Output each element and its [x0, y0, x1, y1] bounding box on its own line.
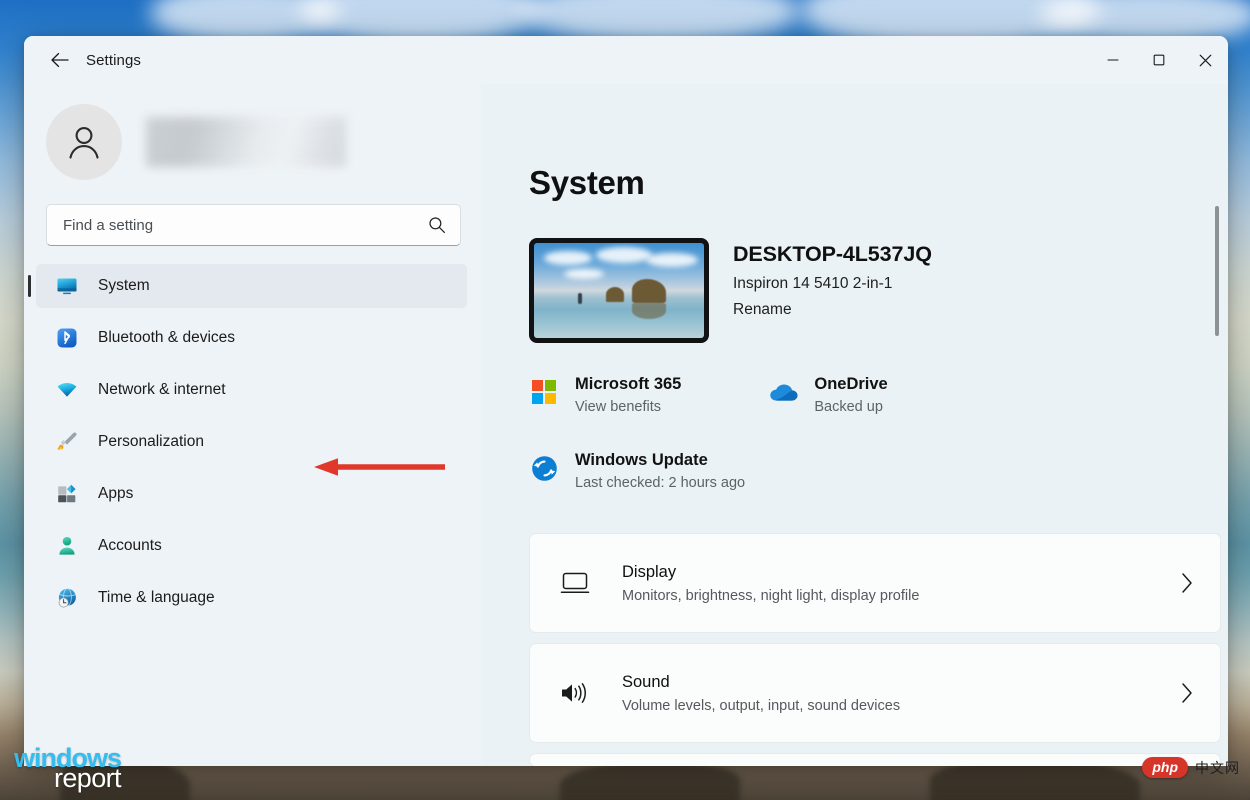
paintbrush-icon	[54, 429, 80, 455]
quick-status-title: OneDrive	[814, 375, 888, 393]
sidebar-item-bluetooth-and-devices[interactable]: Bluetooth & devices	[36, 316, 467, 360]
quick-status-title: Microsoft 365	[575, 375, 682, 393]
bluetooth-icon	[54, 325, 80, 351]
sidebar: System	[24, 84, 486, 766]
settings-window: Settings Find a setting System Bluetooth…	[24, 36, 1228, 766]
quick-status-windows-update[interactable]: Windows Update Last checked: 2 hours ago	[529, 451, 1228, 491]
onedrive-cloud-icon	[768, 377, 798, 407]
maximize-button[interactable]	[1136, 36, 1182, 84]
settings-card-sound[interactable]: Sound Volume levels, output, input, soun…	[529, 643, 1221, 743]
quick-status-subtitle[interactable]: Backed up	[814, 399, 887, 415]
sidebar-item-accounts[interactable]: Accounts	[36, 524, 467, 568]
search-input[interactable]	[63, 216, 428, 234]
minimize-icon	[1107, 59, 1119, 61]
minimize-button[interactable]	[1090, 36, 1136, 84]
desktop-background: Settings Find a setting System Bluetooth…	[0, 0, 1250, 800]
rock-silhouette	[560, 762, 740, 800]
quick-status-microsoft-365[interactable]: Microsoft 365 View benefits	[529, 375, 681, 415]
device-wallpaper-thumbnail	[529, 238, 709, 343]
microsoft-logo-icon	[529, 377, 559, 407]
sidebar-item-label: Network & internet	[98, 381, 226, 398]
rename-link[interactable]: Rename	[733, 301, 932, 319]
search-box[interactable]	[46, 204, 461, 246]
wifi-icon	[54, 377, 80, 403]
sidebar-item-label: Personalization	[98, 433, 204, 450]
speaker-volume-icon	[558, 676, 592, 710]
window-titlebar: Settings	[24, 36, 1228, 84]
back-button[interactable]	[42, 44, 76, 76]
sidebar-item-label: Apps	[98, 485, 134, 502]
sidebar-item-system[interactable]: System	[28, 264, 467, 308]
main-content: System DESKTOP-4L537JQ Inspiron 14 5410 …	[481, 84, 1228, 766]
apps-blocks-icon	[54, 481, 80, 507]
quick-status-onedrive[interactable]: OneDrive Backed up	[768, 375, 888, 415]
quick-status-row: Microsoft 365 View benefits OneDrive Bac…	[529, 375, 1228, 415]
sidebar-item-network-and-internet[interactable]: Network & internet	[36, 368, 467, 412]
settings-card-title: Display	[622, 562, 677, 581]
person-icon	[54, 533, 80, 559]
close-button[interactable]	[1182, 36, 1228, 84]
settings-card-subtitle: Volume levels, output, input, sound devi…	[622, 697, 901, 714]
sidebar-item-apps[interactable]: Apps	[36, 472, 467, 516]
search-icon[interactable]	[428, 216, 446, 234]
sidebar-item-personalization[interactable]: Personalization	[36, 420, 467, 464]
quick-status-subtitle[interactable]: View benefits	[575, 399, 681, 415]
person-avatar-icon	[69, 127, 99, 159]
quick-status-subtitle: Last checked: 2 hours ago	[575, 475, 746, 491]
windows-update-sync-icon	[529, 453, 559, 483]
main-scrollbar[interactable]	[1215, 206, 1219, 336]
device-name: DESKTOP-4L537JQ	[733, 242, 932, 266]
settings-card-display[interactable]: Display Monitors, brightness, night ligh…	[529, 533, 1221, 633]
globe-clock-icon	[54, 585, 80, 611]
settings-cards: Display Monitors, brightness, night ligh…	[529, 533, 1228, 766]
account-name-redacted	[146, 117, 346, 167]
sidebar-item-label: Bluetooth & devices	[98, 329, 236, 346]
settings-card-next-partial[interactable]	[529, 753, 1221, 766]
device-hero: DESKTOP-4L537JQ Inspiron 14 5410 2-in-1 …	[529, 238, 1228, 343]
chevron-right-icon[interactable]	[1176, 572, 1198, 594]
avatar	[46, 104, 122, 180]
device-info: DESKTOP-4L537JQ Inspiron 14 5410 2-in-1 …	[733, 238, 932, 319]
settings-card-subtitle: Monitors, brightness, night light, displ…	[622, 587, 920, 604]
window-controls	[1090, 36, 1228, 84]
quick-status-title: Windows Update	[575, 451, 708, 469]
sidebar-item-time-and-language[interactable]: Time & language	[36, 576, 467, 620]
device-model: Inspiron 14 5410 2-in-1	[733, 275, 893, 292]
sidebar-nav-list: System Bluetooth & devices Network & int…	[24, 264, 481, 620]
settings-card-title: Sound	[622, 672, 670, 691]
page-title: System	[529, 164, 645, 201]
sidebar-item-label: Time & language	[98, 589, 215, 606]
app-title: Settings	[86, 51, 141, 69]
sidebar-item-label: Accounts	[98, 537, 162, 554]
window-body: System	[24, 84, 1228, 766]
monitor-icon	[54, 273, 80, 299]
display-monitor-icon	[558, 566, 592, 600]
close-icon	[1199, 54, 1211, 66]
account-row[interactable]	[24, 96, 481, 188]
chevron-right-icon[interactable]	[1176, 682, 1198, 704]
maximize-icon	[1153, 54, 1165, 66]
sidebar-item-label: System	[98, 277, 150, 294]
back-arrow-icon	[50, 52, 69, 68]
